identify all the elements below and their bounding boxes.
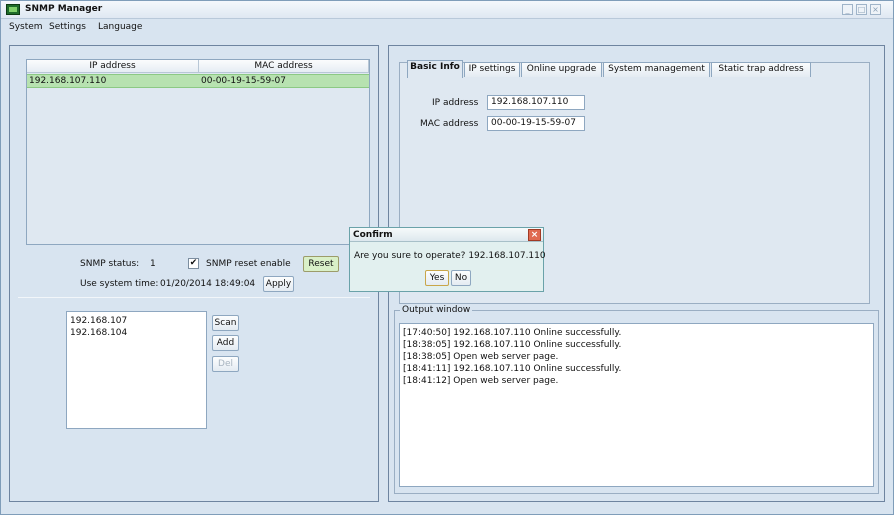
log-line: [18:38:05] 192.168.107.110 Online succes… bbox=[403, 340, 622, 350]
confirm-dialog: Confirm × Are you sure to operate? 192.1… bbox=[349, 227, 546, 292]
tab-basic-info[interactable]: Basic Info bbox=[407, 60, 463, 78]
divider bbox=[18, 297, 370, 298]
app-window: SNMP Manager _ □ × System Settings Langu… bbox=[0, 0, 894, 515]
del-button[interactable]: Del bbox=[212, 356, 239, 372]
reset-button[interactable]: Reset bbox=[303, 256, 339, 272]
column-header-mac[interactable]: MAC address bbox=[199, 60, 369, 73]
row-mac-cell: 00-00-19-15-59-07 bbox=[201, 76, 286, 86]
maximize-icon[interactable]: □ bbox=[856, 4, 867, 15]
snmp-status-label: SNMP status: bbox=[80, 259, 140, 269]
list-item[interactable]: 192.168.107 bbox=[70, 315, 203, 327]
apply-button[interactable]: Apply bbox=[263, 276, 294, 292]
no-button[interactable]: No bbox=[451, 270, 471, 286]
snmp-reset-enable-label: SNMP reset enable bbox=[206, 259, 291, 269]
title-bar: SNMP Manager _ □ × bbox=[1, 1, 893, 19]
menu-system[interactable]: System bbox=[9, 22, 43, 32]
snmp-reset-enable-checkbox[interactable]: ✔ bbox=[188, 258, 199, 269]
snmp-status-value: 1 bbox=[150, 259, 156, 269]
row-ip-cell: 192.168.107.110 bbox=[29, 76, 107, 86]
menu-language[interactable]: Language bbox=[98, 22, 142, 32]
output-log[interactable]: [17:40:50] 192.168.107.110 Online succes… bbox=[399, 323, 874, 487]
list-item[interactable]: 192.168.104 bbox=[70, 327, 203, 339]
log-line: [18:38:05] Open web server page. bbox=[403, 352, 559, 362]
system-time-value: 01/20/2014 18:49:04 bbox=[160, 279, 256, 289]
subnet-list[interactable]: 192.168.107 192.168.104 bbox=[66, 311, 207, 429]
log-line: [17:40:50] 192.168.107.110 Online succes… bbox=[403, 328, 622, 338]
device-panel: IP address MAC address 192.168.107.110 0… bbox=[9, 45, 379, 502]
close-icon[interactable]: × bbox=[870, 4, 881, 15]
app-icon bbox=[6, 4, 20, 15]
tab-static-trap-address[interactable]: Static trap address bbox=[711, 62, 811, 77]
add-button[interactable]: Add bbox=[212, 335, 239, 351]
use-system-time-label: Use system time: bbox=[80, 279, 159, 289]
ip-address-label: IP address bbox=[432, 98, 479, 108]
log-line: [18:41:12] Open web server page. bbox=[403, 376, 559, 386]
minimize-icon[interactable]: _ bbox=[842, 4, 853, 15]
log-line: [18:41:11] 192.168.107.110 Online succes… bbox=[403, 364, 622, 374]
menu-bar: System Settings Language bbox=[1, 19, 893, 37]
device-table: IP address MAC address 192.168.107.110 0… bbox=[26, 59, 370, 245]
dialog-title-bar: Confirm × bbox=[350, 228, 543, 242]
output-window-title: Output window bbox=[400, 305, 473, 316]
table-row[interactable]: 192.168.107.110 00-00-19-15-59-07 bbox=[27, 74, 369, 88]
menu-settings[interactable]: Settings bbox=[49, 22, 86, 32]
ip-address-field[interactable]: 192.168.107.110 bbox=[487, 95, 585, 110]
output-window-group: Output window [17:40:50] 192.168.107.110… bbox=[394, 305, 879, 494]
mac-address-label: MAC address bbox=[420, 119, 479, 129]
tab-online-upgrade[interactable]: Online upgrade bbox=[521, 62, 602, 77]
tab-ip-settings[interactable]: IP settings bbox=[464, 62, 520, 77]
tab-system-management[interactable]: System management bbox=[603, 62, 710, 77]
mac-address-field[interactable]: 00-00-19-15-59-07 bbox=[487, 116, 585, 131]
scan-button[interactable]: Scan bbox=[212, 315, 239, 331]
yes-button[interactable]: Yes bbox=[425, 270, 449, 286]
close-icon[interactable]: × bbox=[528, 229, 541, 241]
dialog-title: Confirm bbox=[353, 230, 393, 240]
dialog-message: Are you sure to operate? 192.168.107.110 bbox=[354, 251, 546, 261]
window-title: SNMP Manager bbox=[25, 4, 103, 14]
column-header-ip[interactable]: IP address bbox=[27, 60, 199, 73]
